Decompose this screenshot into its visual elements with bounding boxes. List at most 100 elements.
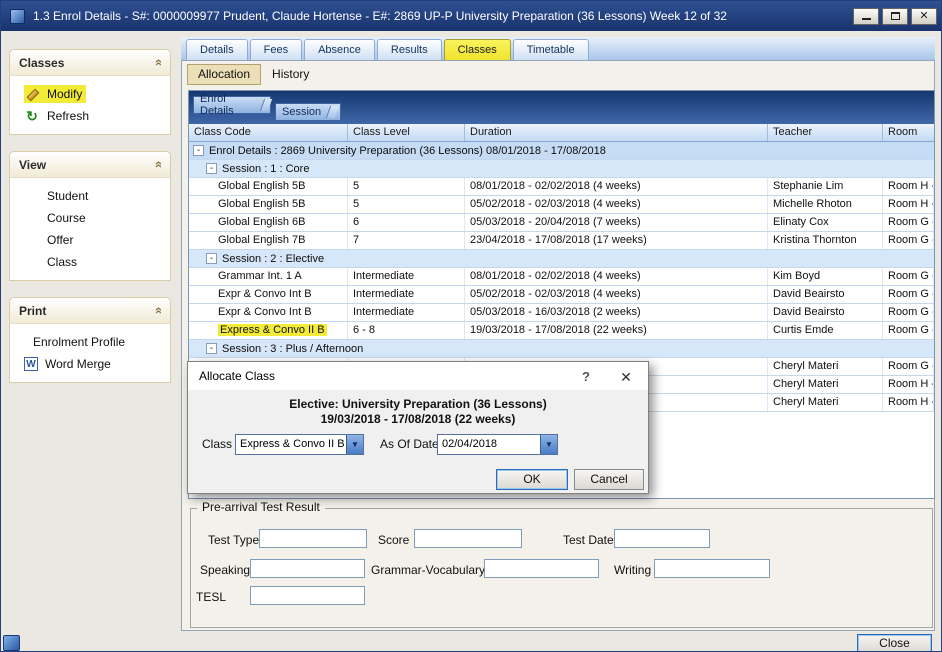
sidebar-item-enrolment-profile[interactable]: Enrolment Profile xyxy=(10,331,170,353)
maximize-icon xyxy=(891,12,900,20)
tab-fees[interactable]: Fees xyxy=(250,39,302,60)
dropdown-arrow-icon[interactable]: ▼ xyxy=(346,435,363,454)
room-cell: Room H - xyxy=(883,394,934,411)
tab-absence[interactable]: Absence xyxy=(304,39,375,60)
group-field-label: Enrol Details xyxy=(200,93,255,117)
test-date-input[interactable] xyxy=(614,529,710,548)
session-row-label: Session : 1 : Core xyxy=(222,163,309,175)
class-row-selected[interactable]: Express & Convo II B 6 - 8 19/03/2018 - … xyxy=(189,322,934,340)
room-cell: Room G - xyxy=(883,304,934,321)
class-label: Class xyxy=(202,434,232,455)
dialog-title: Allocate Class xyxy=(199,369,275,383)
grid-header-row: Class Code Class Level Duration Teacher … xyxy=(189,124,934,142)
session-group-row[interactable]: - Session : 1 : Core xyxy=(189,160,934,178)
collapse-minus-icon[interactable]: - xyxy=(193,145,204,156)
class-row[interactable]: Global English 5B 5 05/02/2018 - 02/03/2… xyxy=(189,196,934,214)
teacher-cell: Kristina Thornton xyxy=(768,232,883,249)
panel-header-print[interactable]: Print » xyxy=(10,298,170,324)
cancel-button[interactable]: Cancel xyxy=(574,469,644,490)
collapse-chevron-icon[interactable]: » xyxy=(150,307,165,314)
grammar-vocabulary-input[interactable] xyxy=(484,559,599,578)
tab-history[interactable]: History xyxy=(261,64,320,85)
titlebar: 1.3 Enrol Details - S#: 0000009977 Prude… xyxy=(1,1,942,31)
tab-details[interactable]: Details xyxy=(186,39,248,60)
close-icon: ✕ xyxy=(919,11,928,22)
class-row[interactable]: Expr & Convo Int B Intermediate 05/03/20… xyxy=(189,304,934,322)
class-row[interactable]: Grammar Int. 1 A Intermediate 08/01/2018… xyxy=(189,268,934,286)
sidebar-item-course[interactable]: Course xyxy=(10,207,170,229)
test-type-input[interactable] xyxy=(259,529,367,548)
duration-cell: 08/01/2018 - 02/02/2018 (4 weeks) xyxy=(465,178,768,195)
highlight-annotation: Modify xyxy=(24,85,86,103)
sort-indicator-icon xyxy=(260,99,272,111)
dialog-close-button[interactable]: ✕ xyxy=(616,367,636,387)
collapse-minus-icon[interactable]: - xyxy=(206,253,217,264)
writing-input[interactable] xyxy=(654,559,770,578)
column-header-teacher[interactable]: Teacher xyxy=(768,124,883,141)
class-code-cell: Global English 5B xyxy=(189,178,348,195)
speaking-input[interactable] xyxy=(250,559,365,578)
class-row[interactable]: Expr & Convo Int B Intermediate 05/02/20… xyxy=(189,286,934,304)
class-level-cell: 5 xyxy=(348,178,465,195)
sidebar-item-label: Student xyxy=(47,189,88,203)
minimize-icon xyxy=(862,12,871,20)
class-row[interactable]: Global English 7B 7 23/04/2018 - 17/08/2… xyxy=(189,232,934,250)
teacher-cell: Kim Boyd xyxy=(768,268,883,285)
sidebar-item-word-merge[interactable]: W Word Merge xyxy=(10,353,170,375)
sidebar-item-student[interactable]: Student xyxy=(10,185,170,207)
group-row-enrol-details[interactable]: - Enrol Details : 2869 University Prepar… xyxy=(189,142,934,160)
sidebar-item-modify[interactable]: Modify xyxy=(10,83,170,105)
window-controls: ✕ xyxy=(853,8,937,25)
room-cell: Room G - xyxy=(883,232,934,249)
collapse-minus-icon[interactable]: - xyxy=(206,343,217,354)
group-field-enrol-details[interactable]: Enrol Details xyxy=(193,96,271,114)
close-window-button[interactable]: ✕ xyxy=(911,8,937,25)
class-code-cell: Expr & Convo Int B xyxy=(189,304,348,321)
session-row-label: Session : 3 : Plus / Afternoon xyxy=(222,343,363,355)
minimize-button[interactable] xyxy=(853,8,879,25)
group-row-label: Enrol Details : 2869 University Preparat… xyxy=(209,145,606,157)
class-code-cell: Expr & Convo Int B xyxy=(189,286,348,303)
footer-app-icon xyxy=(3,635,20,651)
grid-group-by-panel: Enrol Details Session xyxy=(189,91,934,124)
tesl-input[interactable] xyxy=(250,586,365,605)
class-row[interactable]: Global English 6B 6 05/03/2018 - 20/04/2… xyxy=(189,214,934,232)
session-group-row[interactable]: - Session : 2 : Elective xyxy=(189,250,934,268)
sidebar-item-label: Modify xyxy=(47,87,82,101)
dialog-help-button[interactable]: ? xyxy=(578,369,594,385)
speaking-label: Speaking xyxy=(200,561,250,580)
dropdown-arrow-icon[interactable]: ▼ xyxy=(540,435,557,454)
panel-header-classes[interactable]: Classes » xyxy=(10,50,170,76)
collapse-minus-icon[interactable]: - xyxy=(206,163,217,174)
close-button[interactable]: Close xyxy=(857,634,932,652)
collapse-chevron-icon[interactable]: » xyxy=(150,59,165,66)
class-combobox[interactable]: Express & Convo II B ▼ xyxy=(235,434,364,455)
teacher-cell: Michelle Rhoton xyxy=(768,196,883,213)
column-header-class-code[interactable]: Class Code xyxy=(189,124,348,141)
column-header-room[interactable]: Room xyxy=(883,124,934,141)
group-field-label: Session xyxy=(282,106,321,118)
teacher-cell: Cheryl Materi xyxy=(768,394,883,411)
class-level-cell: 7 xyxy=(348,232,465,249)
tab-timetable[interactable]: Timetable xyxy=(513,39,589,60)
column-header-class-level[interactable]: Class Level xyxy=(348,124,465,141)
class-level-cell: 5 xyxy=(348,196,465,213)
sidebar-item-label: Class xyxy=(47,255,77,269)
score-input[interactable] xyxy=(414,529,522,548)
room-cell: Room G - xyxy=(883,268,934,285)
maximize-button[interactable] xyxy=(882,8,908,25)
panel-header-view[interactable]: View » xyxy=(10,152,170,178)
ok-button[interactable]: OK xyxy=(496,469,568,490)
sidebar-item-class[interactable]: Class xyxy=(10,251,170,273)
sidebar-item-refresh[interactable]: ↻ Refresh xyxy=(10,105,170,127)
tab-allocation[interactable]: Allocation xyxy=(187,64,261,85)
tab-results[interactable]: Results xyxy=(377,39,442,60)
tab-classes[interactable]: Classes xyxy=(444,39,511,60)
as-of-date-picker[interactable]: 02/04/2018 ▼ xyxy=(437,434,558,455)
collapse-chevron-icon[interactable]: » xyxy=(150,161,165,168)
session-group-row[interactable]: - Session : 3 : Plus / Afternoon xyxy=(189,340,934,358)
sidebar-item-offer[interactable]: Offer xyxy=(10,229,170,251)
column-header-duration[interactable]: Duration xyxy=(465,124,768,141)
group-field-session[interactable]: Session xyxy=(275,103,341,121)
class-row[interactable]: Global English 5B 5 08/01/2018 - 02/02/2… xyxy=(189,178,934,196)
